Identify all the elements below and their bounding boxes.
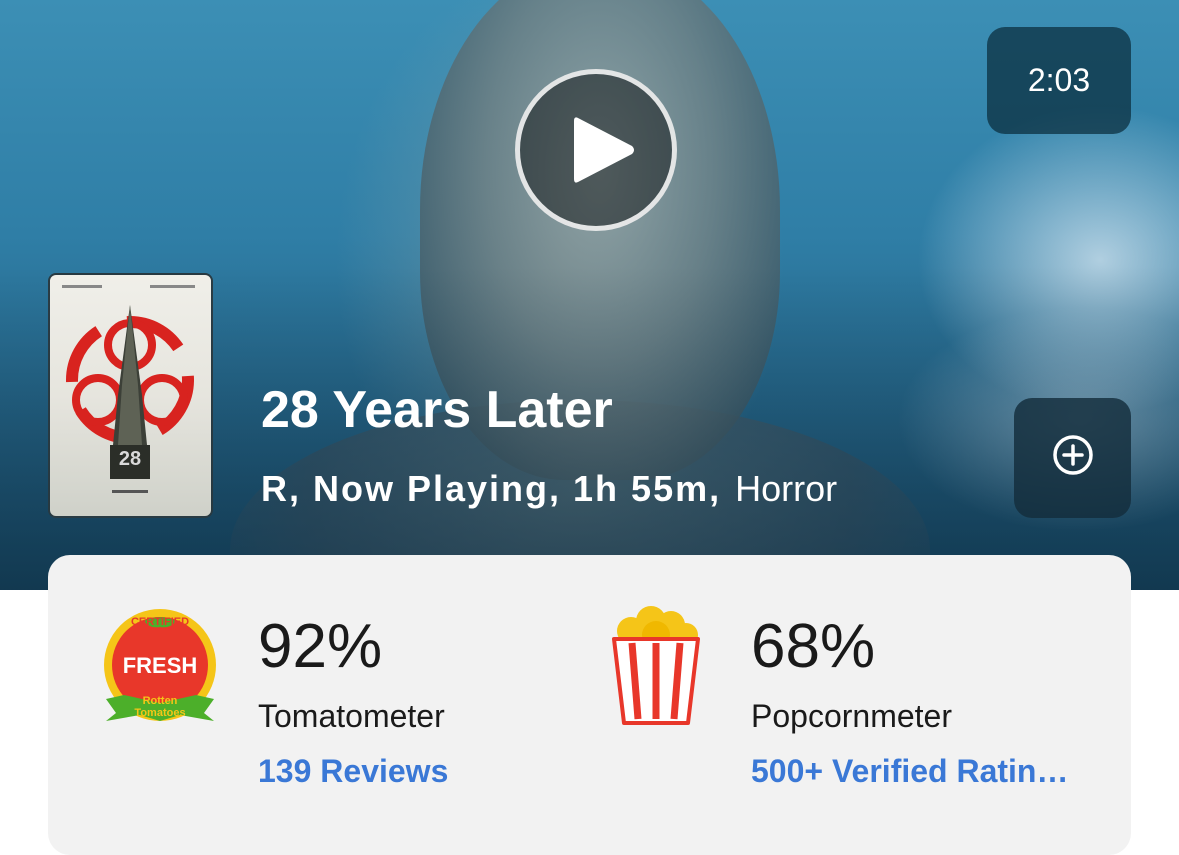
trailer-duration-text: 2:03	[1027, 62, 1091, 98]
plus-circle-icon	[1053, 435, 1093, 475]
badge-fresh-text: FRESH	[123, 653, 198, 678]
badge-certified-text: CERTIFIED	[131, 616, 189, 628]
movie-meta: R, Now Playing, 1h 55m, Horror	[261, 468, 837, 510]
svg-text:28: 28	[119, 448, 141, 470]
scores-card: CERTIFIED FRESH Rotten Tomatoes 92% Toma…	[48, 555, 1131, 855]
movie-meta-info: R, Now Playing, 1h 55m,	[261, 468, 722, 509]
movie-poster[interactable]: 28	[48, 273, 213, 518]
popcornmeter-label: Popcornmeter	[751, 698, 952, 734]
tomatometer-score[interactable]: CERTIFIED FRESH Rotten Tomatoes 92% Toma…	[48, 555, 548, 815]
poster-art-icon: 28	[62, 285, 195, 493]
popcornmeter-value: 68%	[751, 612, 876, 681]
popcornmeter-score[interactable]: 68% Popcornmeter 500+ Verified Ratings	[588, 555, 1131, 815]
movie-title: 28 Years Later	[261, 381, 613, 439]
movie-genre: Horror	[735, 468, 838, 509]
tomatometer-label: Tomatometer	[258, 698, 445, 734]
badge-brand-line2: Tomatoes	[134, 707, 185, 719]
play-trailer-button[interactable]	[515, 69, 677, 231]
add-to-watchlist-button[interactable]	[1014, 398, 1131, 518]
tomatometer-reviews-link[interactable]: 139 Reviews	[258, 753, 448, 790]
trailer-duration-badge: 2:03	[987, 27, 1131, 134]
play-icon	[574, 117, 634, 183]
badge-brand-line1: Rotten	[143, 695, 178, 707]
tomatometer-value: 92%	[258, 612, 383, 681]
certified-fresh-icon: CERTIFIED FRESH Rotten Tomatoes	[104, 609, 216, 721]
popcornmeter-ratings-link[interactable]: 500+ Verified Ratings	[751, 753, 1069, 790]
popcorn-bucket-icon	[612, 606, 700, 725]
